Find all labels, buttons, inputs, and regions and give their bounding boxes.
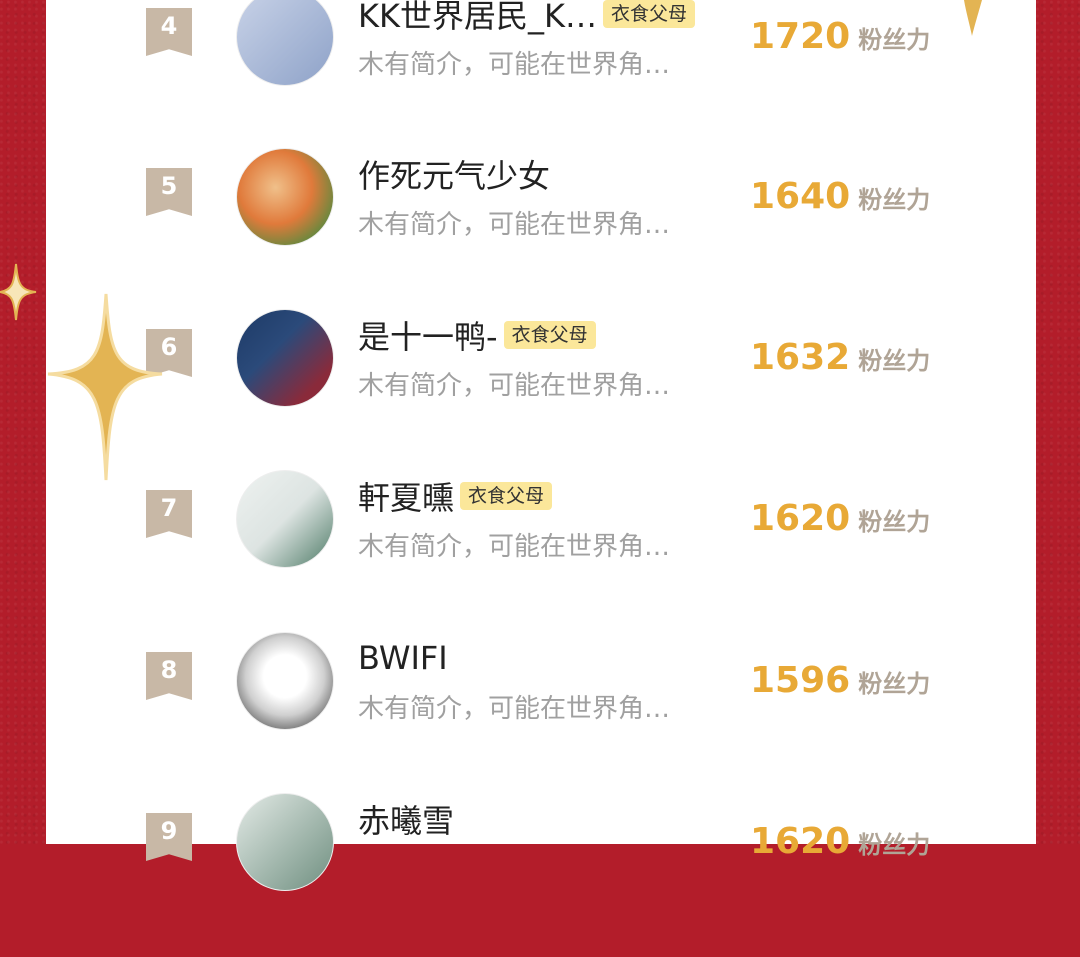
fans-count: 1596 bbox=[750, 660, 851, 701]
rank-badge: 8 bbox=[146, 652, 192, 700]
list-item[interactable]: 9 赤曦雪 1620 粉丝力 bbox=[46, 793, 1036, 957]
user-name[interactable]: KK世界居民_K… bbox=[358, 0, 597, 37]
rank-badge: 9 bbox=[146, 813, 192, 861]
rank-badge: 5 bbox=[146, 168, 192, 216]
fans-unit: 粉丝力 bbox=[858, 186, 931, 214]
list-item[interactable]: 6 是十一鸭- 衣食父母 木有简介，可能在世界角… 1632 粉丝力 bbox=[46, 309, 1036, 473]
list-item[interactable]: 4 KK世界居民_K… 衣食父母 木有简介，可能在世界角… 1720 粉丝力 bbox=[46, 0, 1036, 152]
fans-count: 1620 bbox=[750, 498, 851, 539]
user-intro: 木有简介，可能在世界角… bbox=[358, 50, 671, 80]
tag-badge: 衣食父母 bbox=[460, 482, 553, 510]
user-intro: 木有简介，可能在世界角… bbox=[358, 210, 671, 240]
tag-badge: 衣食父母 bbox=[602, 0, 695, 28]
avatar[interactable] bbox=[236, 309, 334, 407]
user-name[interactable]: 是十一鸭- bbox=[358, 312, 498, 358]
fans-count: 1620 bbox=[750, 821, 851, 862]
user-intro: 木有简介，可能在世界角… bbox=[358, 532, 671, 562]
user-name[interactable]: 軒夏曛 bbox=[358, 473, 454, 519]
fans-unit: 粉丝力 bbox=[858, 831, 931, 859]
avatar[interactable] bbox=[236, 632, 334, 730]
ranking-panel: 4 KK世界居民_K… 衣食父母 木有简介，可能在世界角… 1720 粉丝力 5… bbox=[46, 0, 1036, 891]
fans-count: 1720 bbox=[750, 16, 851, 57]
fans-count: 1640 bbox=[750, 176, 851, 217]
rank-badge: 6 bbox=[146, 329, 192, 377]
fans-unit: 粉丝力 bbox=[858, 26, 931, 54]
fans-unit: 粉丝力 bbox=[858, 347, 931, 375]
user-name[interactable]: 赤曦雪 bbox=[358, 796, 454, 842]
avatar[interactable] bbox=[236, 0, 334, 86]
avatar[interactable] bbox=[236, 793, 334, 891]
list-item[interactable]: 8 BWIFI 木有简介，可能在世界角… 1596 粉丝力 bbox=[46, 632, 1036, 796]
list-item[interactable]: 7 軒夏曛 衣食父母 木有简介，可能在世界角… 1620 粉丝力 bbox=[46, 470, 1036, 634]
user-intro: 木有简介，可能在世界角… bbox=[358, 694, 671, 724]
user-name[interactable]: BWIFI bbox=[358, 639, 448, 677]
fans-count: 1632 bbox=[750, 337, 851, 378]
tag-badge: 衣食父母 bbox=[503, 321, 596, 349]
user-intro: 木有简介，可能在世界角… bbox=[358, 371, 671, 401]
fans-unit: 粉丝力 bbox=[858, 670, 931, 698]
avatar[interactable] bbox=[236, 148, 334, 246]
avatar[interactable] bbox=[236, 470, 334, 568]
user-name[interactable]: 作死元气少女 bbox=[358, 151, 550, 197]
fans-unit: 粉丝力 bbox=[858, 508, 931, 536]
list-item[interactable]: 5 作死元气少女 木有简介，可能在世界角… 1640 粉丝力 bbox=[46, 148, 1036, 312]
rank-badge: 4 bbox=[146, 8, 192, 56]
rank-badge: 7 bbox=[146, 490, 192, 538]
